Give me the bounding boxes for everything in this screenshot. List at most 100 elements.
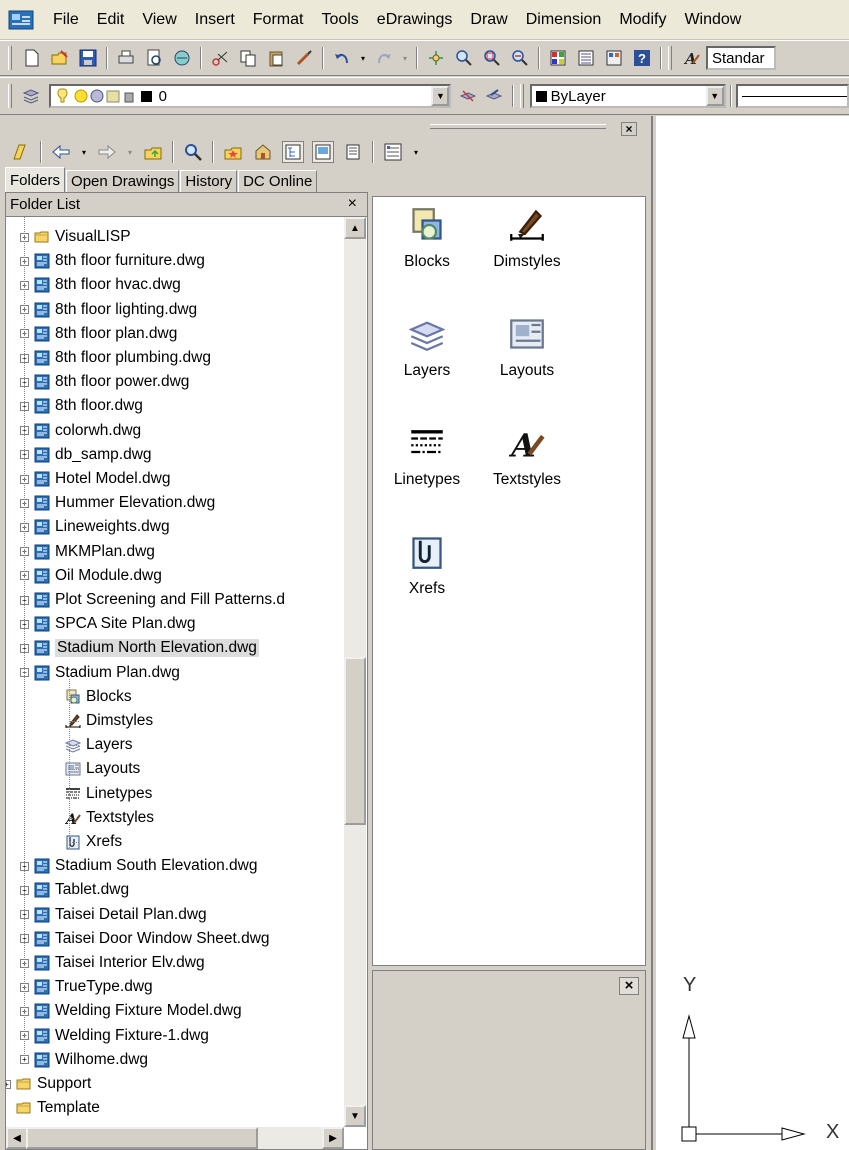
content-item-dimstyles[interactable]: Dimstyles [477,201,577,271]
make-current-layer-icon[interactable] [457,85,478,107]
properties-icon[interactable] [547,47,569,69]
tree-node[interactable]: + Hummer Elevation.dwg [20,491,215,515]
description-toggle-icon[interactable] [342,141,364,163]
preview-toggle-icon[interactable] [312,141,334,163]
pan-icon[interactable] [425,47,447,69]
content-item-xrefs[interactable]: Xrefs [377,528,477,598]
content-item-blocks[interactable]: Blocks [377,201,477,271]
menu-format[interactable]: Format [244,11,313,29]
menu-file[interactable]: File [44,11,88,29]
tree-node[interactable]: +8th floor plan.dwg [20,322,177,346]
zoom-previous-icon[interactable] [509,47,531,69]
tree-node[interactable]: + Wilhome.dwg [20,1048,148,1072]
tree-node[interactable]: − Stadium Plan.dwg [20,661,180,685]
expand-icon[interactable]: + [6,1079,11,1089]
scroll-down-icon[interactable]: ▼ [344,1105,366,1127]
linetype-control-combo[interactable] [735,84,849,108]
scroll-left-icon[interactable]: ◀ [6,1127,28,1149]
favorites-icon[interactable] [222,141,244,163]
tree-node[interactable]: + Lineweights.dwg [20,515,170,539]
palette-grip[interactable] [430,124,606,129]
horizontal-scroll-thumb[interactable] [26,1127,258,1149]
zoom-window-icon[interactable] [481,47,503,69]
preview-close-icon[interactable]: × [619,977,639,995]
tab-history[interactable]: History [180,170,238,192]
tree-node[interactable]: + Taisei Door Window Sheet.dwg [20,927,270,951]
undo-dropdown-icon[interactable]: ▾ [359,47,367,69]
search-icon[interactable] [182,141,204,163]
redo-icon[interactable] [373,47,395,69]
menu-view[interactable]: View [133,11,185,29]
dropdown-arrow-icon[interactable]: ▼ [431,86,450,106]
paste-icon[interactable] [265,47,287,69]
back-icon[interactable] [50,141,72,163]
content-item-linetypes[interactable]: Linetypes [377,419,477,489]
match-properties-icon[interactable] [293,47,315,69]
tree-node[interactable]: + Oil Module.dwg [20,564,162,588]
tab-dc-online[interactable]: DC Online [238,170,318,192]
tree-node[interactable]: + Stadium North Elevation.dwg [20,636,259,660]
menu-insert[interactable]: Insert [186,11,244,29]
tree-node[interactable]: + Taisei Interior Elv.dwg [20,951,205,975]
layer-properties-icon[interactable] [21,85,42,107]
menu-modify[interactable]: Modify [610,11,675,29]
text-style-combo[interactable]: Standar [706,46,776,70]
text-style-manager-icon[interactable]: A [681,47,703,69]
tree-node[interactable]: +8th floor plumbing.dwg [20,346,211,370]
menu-window[interactable]: Window [675,11,750,29]
tree-node[interactable]: +8th floor.dwg [20,394,143,418]
tree-node[interactable]: + TrueType.dwg [20,975,153,999]
up-icon[interactable] [142,141,164,163]
forward-icon[interactable] [96,141,118,163]
tab-open-drawings[interactable]: Open Drawings [66,170,180,192]
zoom-realtime-icon[interactable] [453,47,475,69]
views-icon[interactable] [382,141,404,163]
vertical-scrollbar[interactable]: ▲ ▼ [344,217,366,1127]
drawing-area[interactable]: Y X [656,116,849,1150]
app-icon[interactable] [8,9,34,31]
tree-node[interactable]: + Hotel Model.dwg [20,467,170,491]
tree-node[interactable]: +8th floor power.dwg [20,370,189,394]
menu-tools[interactable]: Tools [312,11,367,29]
folder-list-close-icon[interactable]: × [348,195,357,213]
tree-node[interactable]: + Support [6,1072,91,1096]
new-icon[interactable] [21,47,43,69]
home-icon[interactable] [252,141,274,163]
undo-icon[interactable] [331,47,353,69]
content-item-layouts[interactable]: Layouts [477,310,577,380]
tab-folders[interactable]: Folders [5,167,66,192]
tree-node[interactable]: Template [6,1096,100,1120]
forward-dropdown-icon[interactable]: ▾ [126,141,134,163]
tree-node[interactable]: + db_samp.dwg [20,443,152,467]
tree-node[interactable]: + Welding Fixture Model.dwg [20,999,242,1023]
tree-node[interactable]: +8th floor furniture.dwg [20,249,205,273]
menu-dimension[interactable]: Dimension [517,11,611,29]
publish-icon[interactable] [171,47,193,69]
scroll-right-icon[interactable]: ▶ [322,1127,344,1149]
tree-node[interactable]: + MKMPlan.dwg [20,540,155,564]
toolbar-grip[interactable] [8,46,12,70]
content-item-textstyles[interactable]: A Textstyles [477,419,577,489]
plot-icon[interactable] [115,47,137,69]
cut-icon[interactable] [209,47,231,69]
tree-view-toggle-icon[interactable] [282,141,304,163]
copy-icon[interactable] [237,47,259,69]
menu-edrawings[interactable]: eDrawings [368,11,462,29]
content-item-layers[interactable]: Layers [377,310,477,380]
toolbar-grip[interactable] [668,46,672,70]
back-dropdown-icon[interactable]: ▾ [80,141,88,163]
menu-draw[interactable]: Draw [461,11,516,29]
tree-node[interactable]: +8th floor hvac.dwg [20,273,181,297]
close-icon[interactable]: × [621,122,637,136]
menu-edit[interactable]: Edit [88,11,134,29]
tree-node[interactable]: + colorwh.dwg [20,419,141,443]
scroll-up-icon[interactable]: ▲ [344,217,366,239]
tree-node[interactable]: +8th floor lighting.dwg [20,298,197,322]
dropdown-arrow-icon[interactable]: ▼ [705,86,724,106]
layer-combo[interactable]: 0 ▼ [48,84,452,108]
open-icon[interactable] [49,47,71,69]
redo-dropdown-icon[interactable]: ▾ [401,47,409,69]
tree-node[interactable]: + Welding Fixture-1.dwg [20,1024,209,1048]
views-dropdown-icon[interactable]: ▾ [412,141,420,163]
tree-node[interactable]: + Plot Screening and Fill Patterns.d [20,588,285,612]
